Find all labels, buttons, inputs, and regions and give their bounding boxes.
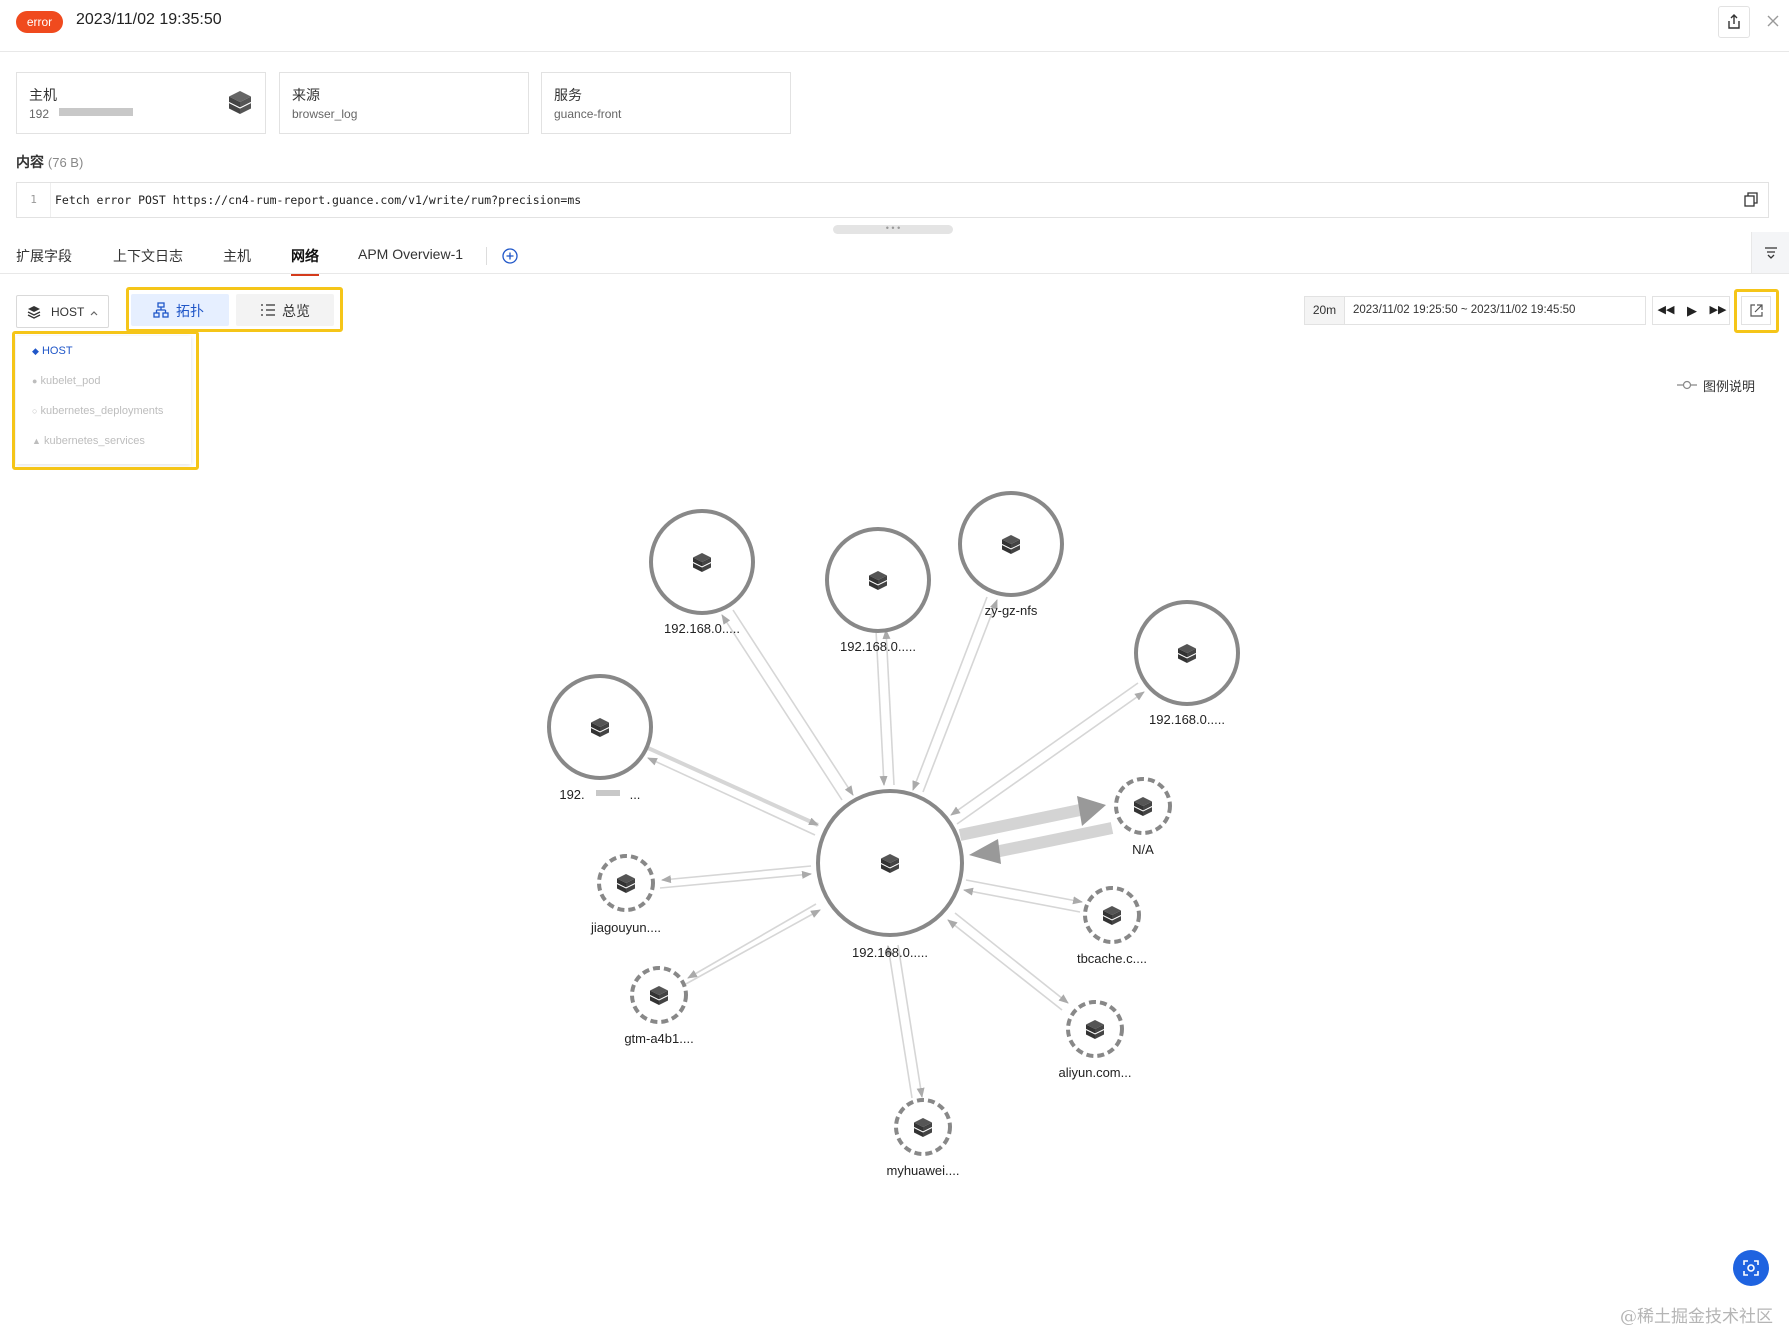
edge-center-jiagouyun: [661, 865, 812, 884]
edge-aliyun-center: [947, 919, 1063, 1011]
edge-tbcache-center: [963, 887, 1081, 913]
network-topology-graph: 192.168.0..... 192.168.0..... 192.168.0.…: [547, 491, 1240, 1178]
center-node-label: 192.168.0.....: [852, 945, 928, 960]
watermark: @稀土掘金技术社区: [1620, 1307, 1773, 1327]
edge-node0-center: [732, 609, 854, 796]
redacted-value: [596, 790, 620, 796]
node-192-168-b[interactable]: 192.168.0.....: [825, 527, 931, 654]
center-node[interactable]: 192.168.0.....: [816, 789, 964, 960]
arrowhead-to-na: [1077, 796, 1106, 826]
edge-na-center: [993, 822, 1114, 858]
scan-icon: [1743, 1260, 1759, 1276]
node-label: 192.168.0.....: [1149, 712, 1225, 727]
node-label-suffix: ...: [630, 787, 641, 802]
node-label: gtm-a4b1....: [624, 1031, 693, 1046]
edge-myhuawei-center: [885, 945, 913, 1099]
arrowhead-to-center: [969, 839, 1001, 864]
edge-jiagouyun-center: [659, 870, 812, 889]
edge-center-na: [958, 804, 1082, 841]
edge-center-node4: [647, 757, 816, 836]
node-label: 192.168.0.....: [840, 639, 916, 654]
node-label: jiagouyun....: [590, 920, 661, 935]
edge-center-aliyun: [954, 912, 1069, 1004]
edge-center-tbcache: [965, 879, 1083, 905]
node-label: zy-gz-nfs: [985, 603, 1038, 618]
edge-center-myhuawei: [897, 944, 925, 1098]
edge-node2-center: [912, 596, 988, 791]
edge-center-gtm: [687, 903, 817, 979]
node-label: aliyun.com...: [1059, 1065, 1132, 1080]
node-label: myhuawei....: [887, 1163, 960, 1178]
node-label: 192.: [559, 787, 584, 802]
node-192-redacted[interactable]: 192. ...: [547, 674, 653, 802]
node-zy-gz-nfs[interactable]: zy-gz-nfs: [958, 491, 1064, 618]
edge-center-node2: [922, 599, 998, 793]
edge-node3-center: [950, 682, 1139, 816]
assistant-float-button[interactable]: [1733, 1250, 1769, 1286]
edge-node4-center: [647, 746, 819, 827]
node-label: tbcache.c....: [1077, 951, 1147, 966]
edge-center-node0: [721, 614, 843, 801]
edge-gtm-center: [683, 909, 821, 986]
node-192-168-c[interactable]: 192.168.0.....: [1134, 600, 1240, 727]
node-label: 192.168.0.....: [664, 621, 740, 636]
edge-center-node3: [956, 691, 1145, 825]
node-label: N/A: [1132, 842, 1154, 857]
